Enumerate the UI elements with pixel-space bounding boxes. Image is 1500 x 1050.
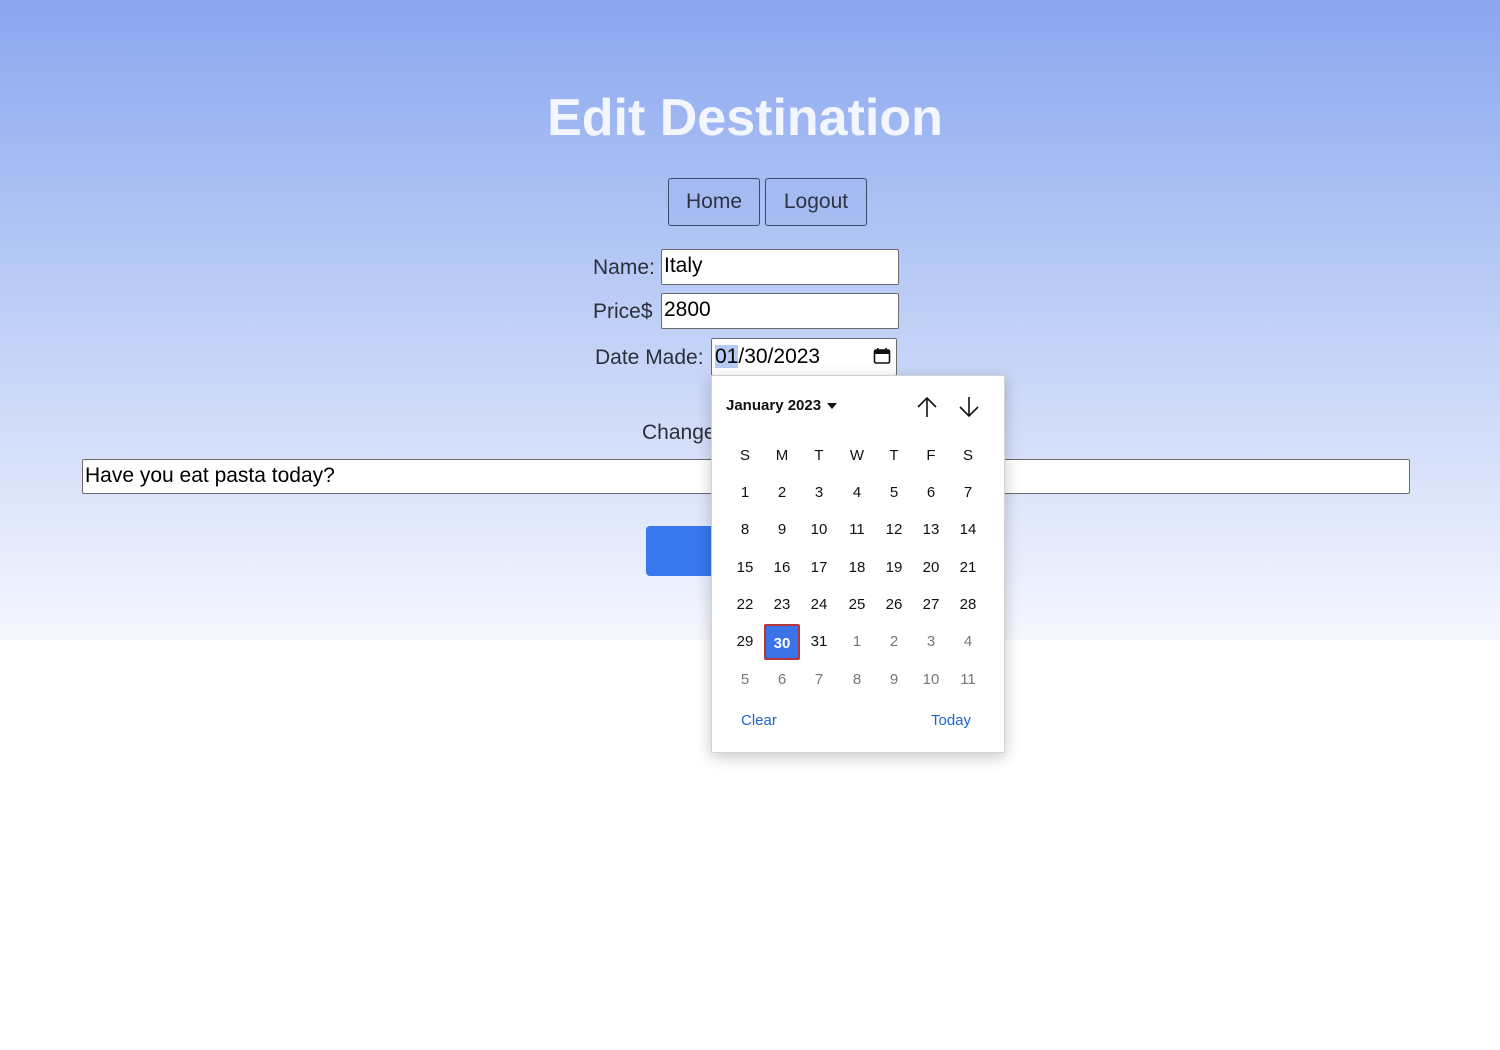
day-cell[interactable]: 12	[876, 512, 912, 548]
name-label: Name:	[593, 256, 655, 279]
day-cell[interactable]: 11	[950, 662, 986, 698]
day-cell[interactable]: 24	[801, 587, 837, 623]
day-cell[interactable]: 10	[913, 662, 949, 698]
day-cell[interactable]: 15	[727, 550, 763, 586]
day-cell[interactable]: 3	[913, 624, 949, 660]
day-cell[interactable]: 5	[876, 475, 912, 511]
date-input[interactable]: 01/30/2023	[711, 338, 897, 376]
day-cell[interactable]: 10	[801, 512, 837, 548]
day-cell[interactable]: 25	[839, 587, 875, 623]
clear-button[interactable]: Clear	[741, 712, 777, 729]
name-input[interactable]: Italy	[661, 249, 899, 285]
arrow-up-icon[interactable]	[915, 395, 939, 419]
month-year-label: January 2023	[726, 397, 822, 414]
arrow-down-icon[interactable]	[957, 395, 981, 419]
day-cell[interactable]: 20	[913, 550, 949, 586]
day-cell[interactable]: 7	[950, 475, 986, 511]
weekday-header: T	[889, 447, 899, 464]
caret-down-icon	[827, 403, 838, 410]
day-cell[interactable]: 22	[727, 587, 763, 623]
day-cell[interactable]: 5	[727, 662, 763, 698]
month-year-selector[interactable]: January 2023	[726, 397, 838, 414]
day-cell[interactable]: 23	[764, 587, 800, 623]
day-cell[interactable]: 21	[950, 550, 986, 586]
date-month-segment[interactable]: 01	[715, 345, 739, 368]
home-button[interactable]: Home	[668, 178, 760, 226]
day-cell[interactable]: 6	[764, 662, 800, 698]
day-cell[interactable]: 18	[839, 550, 875, 586]
description-label: Change	[642, 421, 716, 444]
day-cell[interactable]: 9	[764, 512, 800, 548]
day-cell[interactable]: 3	[801, 475, 837, 511]
day-cell[interactable]: 1	[727, 475, 763, 511]
day-cell[interactable]: 1	[839, 624, 875, 660]
weekday-header: M	[775, 447, 789, 464]
day-cell[interactable]: 19	[876, 550, 912, 586]
weekday-header: S	[962, 447, 973, 464]
selected-day-cell[interactable]: 30	[764, 624, 800, 660]
today-button[interactable]: Today	[931, 712, 971, 729]
day-cell[interactable]: 2	[764, 475, 800, 511]
price-input[interactable]: 2800	[661, 293, 899, 329]
weekday-header: S	[739, 447, 750, 464]
weekday-header: F	[926, 447, 936, 464]
day-cell[interactable]: 7	[801, 662, 837, 698]
day-cell[interactable]: 2	[876, 624, 912, 660]
day-cell[interactable]: 4	[839, 475, 875, 511]
day-cell[interactable]: 13	[913, 512, 949, 548]
day-cell[interactable]: 8	[727, 512, 763, 548]
day-cell[interactable]: 9	[876, 662, 912, 698]
day-cell[interactable]: 31	[801, 624, 837, 660]
day-cell[interactable]: 17	[801, 550, 837, 586]
day-cell[interactable]: 11	[839, 512, 875, 548]
day-cell[interactable]: 14	[950, 512, 986, 548]
day-cell[interactable]: 16	[764, 550, 800, 586]
date-rest-segment[interactable]: /30/2023	[738, 345, 820, 368]
day-cell[interactable]: 29	[727, 624, 763, 660]
day-cell[interactable]: 6	[913, 475, 949, 511]
calendar-icon[interactable]	[873, 347, 891, 365]
day-cell[interactable]: 26	[876, 587, 912, 623]
day-cell[interactable]: 27	[913, 587, 949, 623]
weekday-header: T	[814, 447, 824, 464]
date-label: Date Made:	[595, 346, 704, 369]
page-title: Edit Destination	[547, 89, 943, 147]
price-label: Price$	[593, 300, 653, 323]
weekday-header: W	[849, 447, 865, 464]
day-cell[interactable]: 4	[950, 624, 986, 660]
logout-button[interactable]: Logout	[765, 178, 867, 226]
day-cell[interactable]: 28	[950, 587, 986, 623]
day-cell[interactable]: 8	[839, 662, 875, 698]
date-picker-popup: January 2023 S M T W T F S 1 2 3 4 5 6 7 8 9 10 11…	[711, 375, 1005, 753]
